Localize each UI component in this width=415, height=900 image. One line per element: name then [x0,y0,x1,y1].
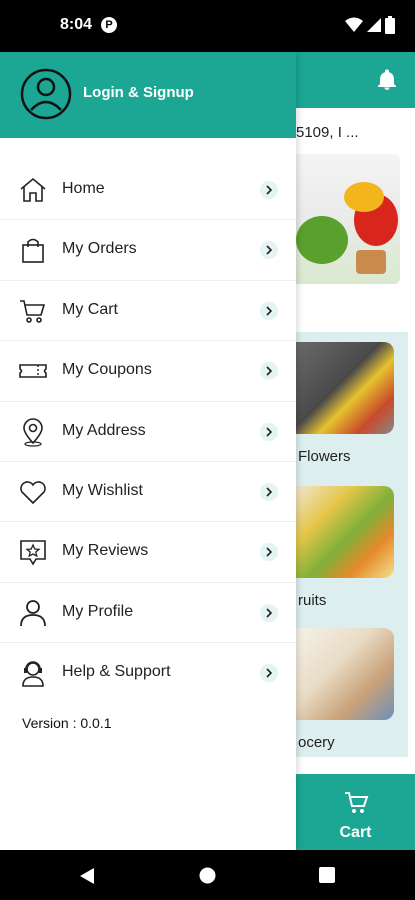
menu-item-help-support[interactable]: Help & Support [0,643,296,703]
cart-icon [20,299,46,323]
chevron-right-icon [260,482,278,501]
support-agent-icon [22,661,44,687]
menu-item-my-address[interactable]: My Address [0,402,296,462]
location-pin-icon [23,417,43,447]
menu-item-my-reviews[interactable]: My Reviews [0,522,296,583]
back-icon[interactable] [79,867,95,885]
system-navigation-bar [0,850,415,900]
menu-label-my-profile: My Profile [62,602,134,620]
cart-icon [345,792,369,813]
chevron-right-icon [260,181,278,199]
menu-item-my-profile[interactable]: My Profile [0,583,296,644]
promo-banner[interactable] [296,154,400,284]
bell-icon[interactable] [375,68,399,92]
category-label-flowers: Flowers [298,448,351,465]
menu-label-my-cart: My Cart [62,300,118,318]
drawer-menu: Home My Orders My Cart My Coupons My Add… [0,160,296,704]
heart-icon [20,481,46,505]
shopping-bag-icon [22,239,44,264]
chevron-right-icon [260,301,278,320]
app-version: Version : 0.0.1 [22,715,112,731]
drawer-header[interactable]: Login & Signup [0,52,296,138]
status-icons [345,16,395,34]
grocery-image[interactable] [296,628,394,720]
menu-label-help-support: Help & Support [62,663,171,681]
review-star-icon [20,540,46,566]
notification-icon: P [101,17,117,33]
cart-label: Cart [339,824,372,841]
home-button-icon[interactable] [199,867,216,884]
person-icon [20,599,46,626]
menu-label-my-wishlist: My Wishlist [62,481,143,499]
chevron-right-icon [260,362,278,381]
menu-item-my-coupons[interactable]: My Coupons [0,341,296,402]
signal-icon [367,18,381,32]
login-signup-link[interactable]: Login & Signup [83,84,194,101]
chevron-right-icon [260,543,278,562]
wifi-icon [345,17,363,32]
menu-item-my-cart[interactable]: My Cart [0,281,296,342]
menu-item-my-orders[interactable]: My Orders [0,220,296,281]
delivery-address[interactable]: 5109, I ... [296,124,359,141]
fruits-image[interactable] [296,486,394,578]
menu-item-home[interactable]: Home [0,160,296,221]
navigation-drawer: Login & Signup Home My Orders My Cart My… [0,52,296,850]
status-time: 8:04 [60,16,93,33]
menu-label-my-orders: My Orders [62,240,137,258]
chevron-right-icon [260,241,278,260]
category-label-grocery: ocery [298,734,335,751]
recents-icon[interactable] [319,867,335,883]
chevron-right-icon [260,664,278,683]
flowers-image[interactable] [296,342,394,434]
menu-item-my-wishlist[interactable]: My Wishlist [0,462,296,523]
chevron-right-icon [260,603,278,622]
bottom-cart-button[interactable]: Cart [296,774,415,850]
menu-label-home: Home [62,180,105,197]
category-label-fruits: ruits [298,592,327,609]
menu-label-my-coupons: My Coupons [62,361,152,379]
user-avatar-icon [20,68,72,120]
battery-icon [385,16,395,34]
coupon-icon [19,364,47,378]
menu-label-my-reviews: My Reviews [62,542,149,560]
menu-label-my-address: My Address [62,421,146,439]
status-bar: 8:04 P [0,0,415,52]
chevron-right-icon [260,422,278,441]
home-icon [20,177,46,202]
